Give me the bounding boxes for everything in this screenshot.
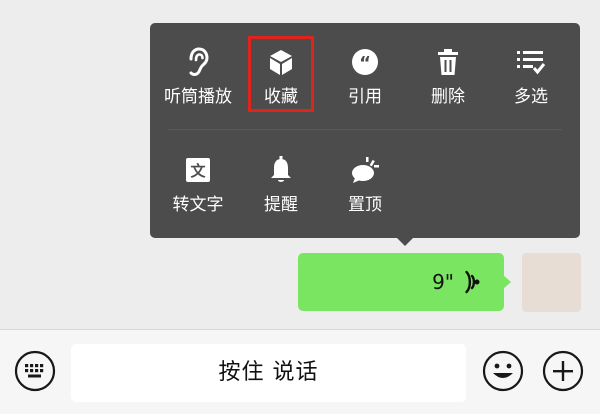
menu-item-delete[interactable]: 删除 — [414, 41, 482, 121]
avatar[interactable] — [522, 253, 581, 312]
menu-item-label: 删除 — [431, 87, 465, 107]
context-menu-row-1: 听筒播放 收藏 “ 引用 删除 多选 — [150, 36, 580, 121]
menu-divider — [168, 129, 562, 130]
svg-text:文: 文 — [190, 162, 206, 180]
menu-item-label: 听筒播放 — [164, 87, 232, 107]
menu-item-favorite[interactable]: 收藏 — [248, 36, 314, 112]
more-functions-button[interactable] — [542, 350, 584, 392]
menu-item-quote[interactable]: “ 引用 — [331, 41, 399, 121]
menu-item-label: 收藏 — [264, 87, 298, 107]
menu-item-label: 转文字 — [172, 195, 224, 215]
menu-item-label: 引用 — [348, 87, 382, 107]
menu-item-earpiece-play[interactable]: 听筒播放 — [164, 41, 232, 121]
voice-duration: 9" — [432, 270, 454, 294]
message-context-menu: 听筒播放 收藏 “ 引用 删除 多选 文 转文字 提醒 置顶 — [150, 23, 580, 238]
voice-wave-icon — [460, 270, 482, 294]
pin-top-icon — [350, 155, 380, 185]
keyboard-toggle-button[interactable] — [14, 350, 56, 392]
menu-item-remind[interactable]: 提醒 — [247, 149, 315, 229]
svg-text:“: “ — [359, 53, 371, 74]
quote-icon: “ — [350, 47, 380, 77]
emoji-icon — [482, 350, 524, 396]
cube-icon — [266, 47, 296, 77]
menu-item-label: 多选 — [514, 87, 548, 107]
menu-item-multiselect[interactable]: 多选 — [497, 41, 565, 121]
chat-input-bar: 按住 说话 — [0, 329, 600, 414]
bell-icon — [266, 155, 296, 185]
context-menu-pointer — [397, 238, 413, 246]
menu-item-label: 提醒 — [264, 195, 298, 215]
voice-message-bubble[interactable]: 9" — [298, 253, 511, 311]
keyboard-icon — [14, 350, 56, 396]
plus-circle-icon — [542, 350, 584, 396]
text-convert-icon: 文 — [183, 155, 213, 185]
multiselect-icon — [516, 47, 546, 77]
menu-item-speech-to-text[interactable]: 文 转文字 — [164, 149, 232, 229]
trash-icon — [433, 47, 463, 77]
menu-item-pin-top[interactable]: 置顶 — [331, 149, 399, 229]
hold-to-talk-button[interactable]: 按住 说话 — [71, 344, 466, 402]
ear-icon — [183, 47, 213, 77]
menu-item-label: 置顶 — [348, 195, 382, 215]
context-menu-row-2: 文 转文字 提醒 置顶 — [150, 149, 580, 229]
emoji-button[interactable] — [482, 350, 524, 392]
